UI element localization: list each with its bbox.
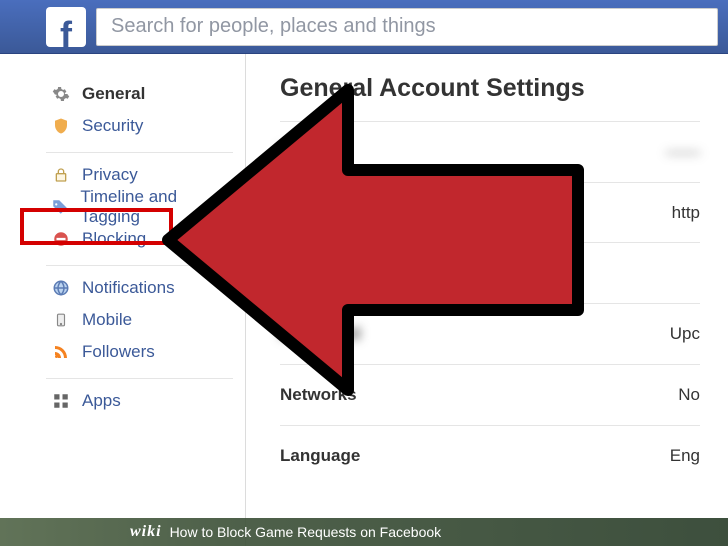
- row-value: http: [430, 203, 700, 223]
- sidebar-item-notifications[interactable]: Notifications: [46, 272, 233, 304]
- top-nav-bar: f: [0, 0, 728, 54]
- settings-row-username[interactable]: Username http: [280, 182, 700, 242]
- sidebar-item-mobile[interactable]: Mobile: [46, 304, 233, 336]
- sidebar-item-timeline[interactable]: Timeline and Tagging: [46, 191, 233, 223]
- sidebar-item-label: Apps: [82, 391, 121, 411]
- no-entry-icon: [50, 228, 72, 250]
- sidebar-item-security[interactable]: Security: [46, 110, 233, 142]
- row-label: Username: [280, 203, 430, 223]
- row-label: Networks: [280, 385, 430, 405]
- row-value: Upc: [430, 324, 700, 344]
- sidebar-item-label: Blocking: [82, 229, 146, 249]
- settings-row-name[interactable]: Name ——: [280, 121, 700, 182]
- content-area: General Security Privacy Timeline an: [0, 54, 728, 546]
- page-title: General Account Settings: [280, 74, 700, 103]
- facebook-logo[interactable]: f: [46, 7, 86, 47]
- sidebar-item-label: General: [82, 84, 145, 104]
- tag-icon: [50, 196, 70, 218]
- nav-group-account: General Security: [46, 72, 233, 153]
- nav-group-privacy: Privacy Timeline and Tagging Blocking: [46, 153, 233, 266]
- sidebar-item-blocking[interactable]: Blocking: [46, 223, 233, 255]
- search-box[interactable]: [96, 8, 718, 46]
- globe-icon: [50, 277, 72, 299]
- wikihow-watermark: wiki How to Block Game Requests on Faceb…: [0, 518, 728, 546]
- sidebar-item-label: Mobile: [82, 310, 132, 330]
- settings-row-password[interactable]: Password Upc: [280, 303, 700, 364]
- settings-row-language[interactable]: Language Eng: [280, 425, 700, 486]
- wikihow-logo-text: wiki: [130, 523, 162, 541]
- sidebar-item-apps[interactable]: Apps: [46, 385, 233, 417]
- row-label: Password: [280, 324, 430, 344]
- sidebar-item-label: Timeline and Tagging: [80, 187, 229, 227]
- nav-group-notify: Notifications Mobile Followers: [46, 266, 233, 379]
- sidebar-item-label: Followers: [82, 342, 155, 362]
- sidebar-item-general[interactable]: General: [46, 78, 233, 110]
- sidebar-item-label: Notifications: [82, 278, 175, 298]
- rss-icon: [50, 341, 72, 363]
- settings-table: Name —— Username http Email Password Upc…: [280, 121, 700, 486]
- wikihow-title: How to Block Game Requests on Facebook: [170, 524, 442, 540]
- row-label: Name: [280, 142, 430, 162]
- gear-icon: [50, 83, 72, 105]
- nav-group-apps: Apps: [46, 379, 233, 427]
- settings-row-email[interactable]: Email: [280, 242, 700, 303]
- row-value: No: [430, 385, 700, 405]
- lock-icon: [50, 164, 72, 186]
- sidebar-item-label: Security: [82, 116, 143, 136]
- sidebar-item-followers[interactable]: Followers: [46, 336, 233, 368]
- mobile-icon: [50, 309, 72, 331]
- row-label: Email: [280, 263, 430, 283]
- row-value: Eng: [430, 446, 700, 466]
- row-value: ——: [430, 142, 700, 162]
- sidebar-item-label: Privacy: [82, 165, 138, 185]
- main-panel: General Account Settings Name —— Usernam…: [246, 54, 728, 546]
- settings-sidebar: General Security Privacy Timeline an: [0, 54, 246, 546]
- row-label: Language: [280, 446, 430, 466]
- apps-grid-icon: [50, 390, 72, 412]
- search-input[interactable]: [111, 15, 703, 38]
- settings-row-networks[interactable]: Networks No: [280, 364, 700, 425]
- shield-icon: [50, 115, 72, 137]
